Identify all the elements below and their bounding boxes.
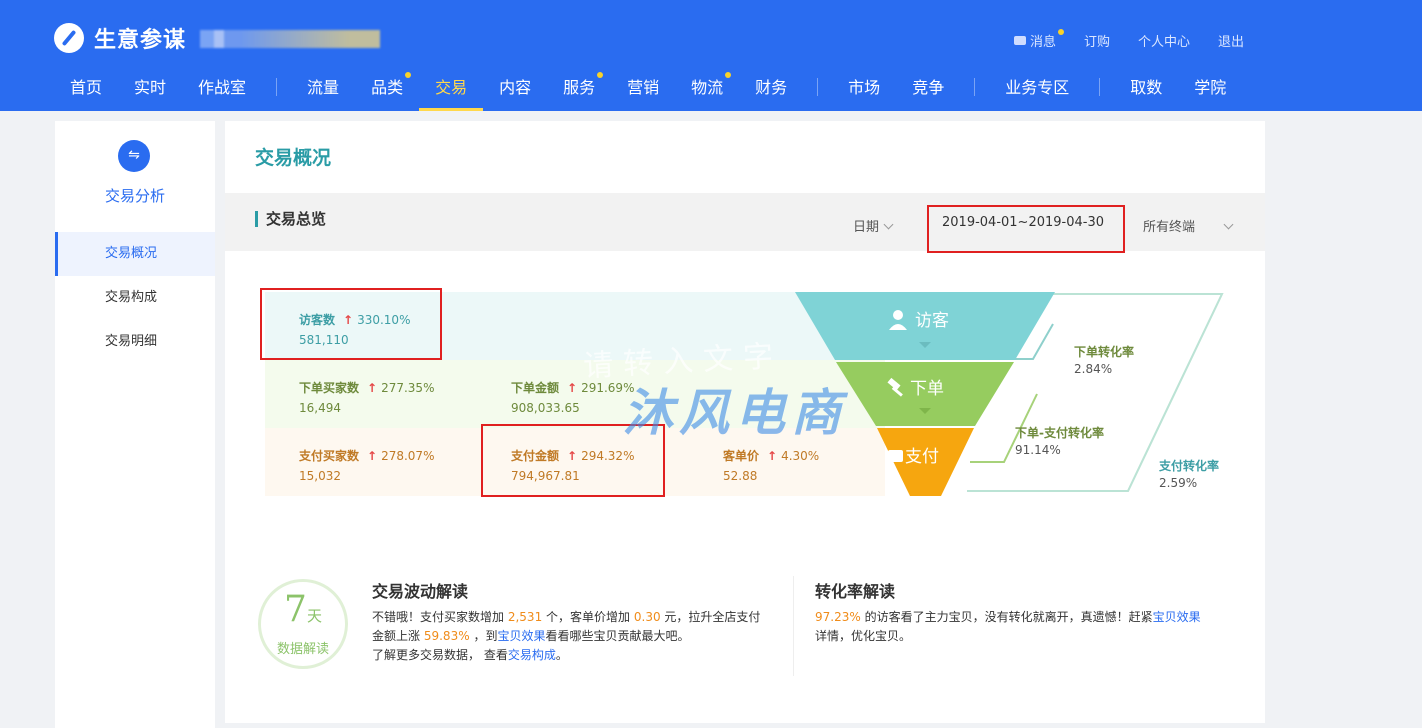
funnel-label-payment: 支付 (905, 447, 939, 467)
insight-divider (793, 576, 794, 676)
item-effect-link[interactable]: 宝贝效果 (1153, 610, 1201, 624)
sidebar-item-trade-details[interactable]: 交易明细 (55, 320, 215, 364)
rate-label-order: 下单转化率 (1074, 344, 1134, 359)
trade-fluctuation-insight: 交易波动解读 不错哦！支付买家数增加 2,531 个，客单价增加 0.30 元，… (372, 582, 772, 665)
nav-category[interactable]: 品类 (355, 66, 419, 111)
watermark-brand: 沐风电商 (623, 383, 847, 442)
notification-dot-icon (405, 72, 412, 78)
data-insight-badge: 7天 数据解读 (258, 579, 348, 669)
nav-divider (1099, 78, 1101, 96)
section-title: 交易总览 (255, 211, 326, 227)
nav-divider (817, 78, 819, 96)
user-links: 消息 订购 个人中心 退出 (1014, 29, 1272, 50)
filter-bar: 交易总览 日期 2019-04-01~2019-04-30 所有终端 (225, 193, 1265, 253)
nav-service[interactable]: 服务 (547, 66, 611, 111)
nav-divider (974, 78, 976, 96)
nav-competition[interactable]: 竞争 (896, 66, 960, 111)
nav-data-fetch[interactable]: 取数 (1114, 66, 1178, 111)
mail-icon (1014, 36, 1026, 45)
insight-title: 转化率解读 (815, 582, 896, 601)
arrow-up-icon: ↑ (367, 381, 378, 395)
nav-content[interactable]: 内容 (483, 66, 547, 111)
main-panel: 交易概况 交易总览 日期 2019-04-01~2019-04-30 所有终端 … (225, 121, 1265, 723)
notification-dot-icon (597, 72, 604, 78)
main-nav: 首页 实时 作战室 流量 品类 交易 内容 服务 营销 物流 财务 市场 竞争 … (54, 66, 1242, 111)
conversion-insight: 转化率解读 97.23% 的访客看了主力宝贝，没有转化就离开，真遗憾！赶紧宝贝效… (815, 582, 1225, 646)
metric-order-amount[interactable]: 下单金额 ↑ 291.69% 908,033.65 (511, 379, 634, 415)
subscribe-link[interactable]: 订购 (1084, 31, 1110, 50)
chevron-down-icon (883, 219, 894, 230)
funnel-label-order: 下单 (910, 379, 944, 399)
notification-dot-icon (1058, 29, 1065, 35)
rate-label-payment: 支付转化率 (1158, 458, 1219, 473)
nav-academy[interactable]: 学院 (1178, 66, 1242, 111)
rate-value-order: 2.84% (1074, 362, 1112, 376)
sidebar-item-trade-overview[interactable]: 交易概况 (55, 232, 215, 276)
highlight-box (927, 205, 1125, 253)
nav-market[interactable]: 市场 (832, 66, 896, 111)
messages-link[interactable]: 消息 (1014, 29, 1065, 50)
nav-traffic[interactable]: 流量 (291, 66, 355, 111)
logout-link[interactable]: 退出 (1218, 31, 1244, 50)
trade-composition-link[interactable]: 交易构成 (508, 648, 556, 662)
chevron-down-icon (1223, 219, 1234, 230)
sidebar-title: 交易分析 (104, 187, 165, 205)
highlight-box (260, 288, 442, 360)
metric-order-buyers[interactable]: 下单买家数 ↑ 277.35% 16,494 (299, 379, 434, 415)
item-effect-link[interactable]: 宝贝效果 (497, 629, 545, 643)
personal-center-link[interactable]: 个人中心 (1138, 31, 1190, 50)
page-title: 交易概况 (255, 147, 332, 169)
rate-value-payment: 2.59% (1159, 476, 1197, 490)
top-header: 生意参谋 消息 订购 个人中心 退出 首页 实时 作战室 流量 品类 交易 内容… (0, 0, 1422, 111)
arrow-up-icon: ↑ (767, 449, 778, 463)
nav-business-zone[interactable]: 业务专区 (989, 66, 1085, 111)
arrow-up-icon: ↑ (567, 381, 578, 395)
rate-value-order-pay: 91.14% (1015, 443, 1061, 457)
rate-label-order-pay: 下单-支付转化率 (1015, 425, 1104, 440)
arrow-up-icon: ↑ (367, 449, 378, 463)
user-icon (893, 310, 903, 320)
terminal-select[interactable]: 所有终端 (1143, 216, 1234, 235)
app-logo[interactable]: 生意参谋 (54, 22, 186, 54)
nav-trade[interactable]: 交易 (419, 66, 484, 111)
date-type-select[interactable]: 日期 (853, 216, 894, 235)
exchange-icon: ⇋ (118, 140, 150, 172)
wallet-icon (888, 450, 903, 462)
nav-logistics[interactable]: 物流 (675, 66, 739, 111)
nav-realtime[interactable]: 实时 (118, 66, 182, 111)
insight-title: 交易波动解读 (372, 582, 469, 601)
nav-finance[interactable]: 财务 (739, 66, 803, 111)
sidebar: ⇋ 交易分析 交易概况 交易构成 交易明细 (55, 121, 215, 728)
blurred-shop-name (200, 30, 380, 48)
nav-home[interactable]: 首页 (54, 66, 118, 111)
notification-dot-icon (725, 72, 732, 78)
app-title: 生意参谋 (94, 28, 187, 53)
compass-icon (54, 23, 84, 53)
funnel-label-visitor: 访客 (915, 311, 949, 331)
sidebar-item-trade-composition[interactable]: 交易构成 (55, 276, 215, 320)
conversion-funnel: 访客 下单 支付 下单转化率 2.84% 下单-支付转化率 91.14% 支付转… (795, 292, 1224, 496)
metric-pay-buyers[interactable]: 支付买家数 ↑ 278.07% 15,032 (299, 447, 434, 483)
nav-marketing[interactable]: 营销 (611, 66, 675, 111)
nav-divider (276, 78, 278, 96)
nav-war-room[interactable]: 作战室 (182, 66, 262, 111)
